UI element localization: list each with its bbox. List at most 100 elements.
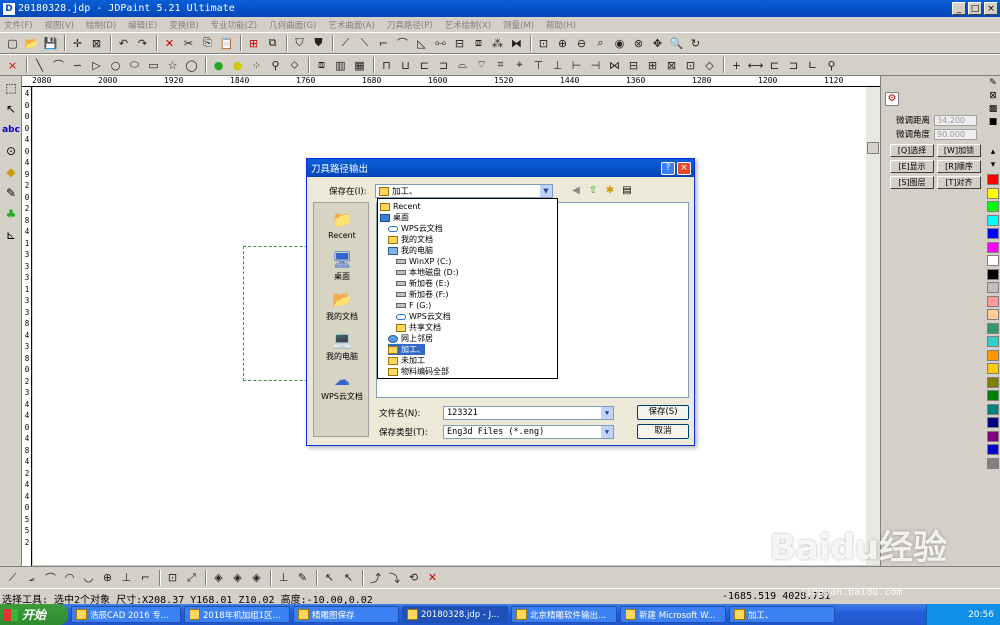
dropdown-item[interactable]: WPS云文档 (388, 223, 443, 234)
snap-grid-icon[interactable]: ⊡ (164, 569, 181, 586)
path-snap3-icon[interactable]: ⟲ (405, 569, 422, 586)
pattern-icon[interactable]: ▩ (987, 104, 999, 115)
pen-tool-icon[interactable]: ✎ (2, 184, 20, 202)
bulb-yellow-icon[interactable]: ● (229, 57, 246, 74)
chevron-down-icon[interactable]: ▼ (540, 185, 552, 197)
node-add-icon[interactable]: ⊔ (397, 57, 414, 74)
place-recent[interactable]: 📁 Recent (314, 211, 370, 241)
point-icon[interactable]: × (4, 57, 21, 74)
snap-perp-icon[interactable]: ⊥ (118, 569, 135, 586)
menu-item[interactable]: 文件(F) (4, 19, 33, 31)
taskbar-item-jiagong[interactable]: 加工、 (729, 606, 835, 623)
dropdown-item[interactable]: 共享文档 (396, 322, 441, 333)
corner-icon[interactable]: ⌐ (375, 35, 392, 52)
layer-icon[interactable]: ⧉ (264, 35, 281, 52)
solid-icon[interactable]: ▥ (332, 57, 349, 74)
copy-icon[interactable]: ⎘ (199, 35, 216, 52)
snap-line-icon[interactable]: ⟋ (4, 569, 21, 586)
crosshair-icon[interactable]: ✛ (69, 35, 86, 52)
place-my-documents[interactable]: 📂 我的文档 (314, 291, 370, 322)
dropdown-item[interactable]: WinXP (C:) (396, 256, 451, 267)
chamfer-icon[interactable]: ◺ (413, 35, 430, 52)
color-swatch[interactable] (987, 457, 999, 469)
align-button[interactable]: [T]对齐 (937, 176, 981, 189)
no-color-icon[interactable]: ⊠ (987, 91, 999, 102)
menu-item[interactable]: 绘制(D) (86, 19, 116, 31)
transform-tool-icon[interactable]: ⊙ (2, 142, 20, 160)
dropdown-item[interactable]: F (G:) (396, 300, 431, 311)
node-curve-icon[interactable]: ⊥ (549, 57, 566, 74)
node-break2-icon[interactable]: ⋈ (606, 57, 623, 74)
node-start-icon[interactable]: ⊡ (682, 57, 699, 74)
dropdown-item[interactable]: 网上邻居 (388, 333, 433, 344)
select-button[interactable]: [Q]选择 (890, 144, 934, 157)
fillet-icon[interactable]: ⌒ (394, 35, 411, 52)
filetype-select[interactable]: Eng3d Files (*.eng) ▼ (443, 425, 614, 439)
node-open-icon[interactable]: ⊞ (644, 57, 661, 74)
save-button[interactable]: 保存(S) (637, 405, 689, 420)
rectangle-icon[interactable]: ▭ (145, 57, 162, 74)
node-align-icon[interactable]: ⊣ (587, 57, 604, 74)
pin-icon[interactable]: ⚲ (267, 57, 284, 74)
dropdown-item[interactable]: 加工、 (388, 344, 425, 355)
move-node-icon[interactable]: ⟷ (747, 57, 764, 74)
taskbar-item-folder[interactable]: 精雕图保存 (293, 606, 399, 623)
offset-icon[interactable]: ⧈ (470, 35, 487, 52)
snap-node2-icon[interactable]: ◈ (229, 569, 246, 586)
fill-tool-icon[interactable]: ♣ (2, 205, 20, 223)
node-break-icon[interactable]: ⌓ (454, 57, 471, 74)
shield-fill-icon[interactable]: ⛊ (310, 35, 327, 52)
place-desktop[interactable]: 🖥 桌面 (314, 251, 370, 282)
zoom-previous-icon[interactable]: ⌕ (592, 35, 609, 52)
frame2-icon[interactable]: ⊐ (785, 57, 802, 74)
paste-icon[interactable]: 📋 (218, 35, 235, 52)
zoom-in-icon[interactable]: ⊕ (554, 35, 571, 52)
menu-item[interactable]: 刀具路径(P) (387, 19, 433, 31)
curve-icon[interactable]: ∽ (69, 57, 86, 74)
taskbar-item-jdpaint[interactable]: 20180328.jdp - J... (402, 606, 508, 623)
dropdown-item[interactable]: 本地磁盘 (D:) (396, 267, 459, 278)
brown-swatch-icon[interactable]: ■ (987, 117, 999, 128)
snap-arc2-icon[interactable]: ◡ (80, 569, 97, 586)
menu-item[interactable]: 艺术绘制(X) (445, 19, 491, 31)
break-icon[interactable]: ⊟ (451, 35, 468, 52)
path-snap2-icon[interactable]: ⤵ (386, 569, 403, 586)
dropdown-item[interactable]: 我的文档 (388, 234, 433, 245)
cursor-snap-icon[interactable]: ↖ (321, 569, 338, 586)
save-in-select[interactable]: 加工、 ▼ (375, 184, 553, 198)
node-line-icon[interactable]: ⊤ (530, 57, 547, 74)
snap-tangent-icon[interactable]: ⌐ (137, 569, 154, 586)
angle-field[interactable]: 90.000 (934, 128, 977, 140)
pan-icon[interactable]: ✥ (649, 35, 666, 52)
up-folder-icon[interactable]: ⇧ (586, 184, 600, 198)
circle-icon[interactable]: ○ (107, 57, 124, 74)
taskbar-item-browser[interactable]: 北京精雕软件输出... (511, 606, 617, 623)
minimize-button[interactable]: _ (952, 2, 966, 15)
lock-button[interactable]: [W]加锁 (937, 144, 981, 157)
undo-icon[interactable]: ↶ (115, 35, 132, 52)
settings-tab-icon[interactable]: ⚙ (885, 92, 899, 106)
dropdown-item[interactable]: 未加工 (388, 355, 425, 366)
snap-curve-icon[interactable]: ⌒ (42, 569, 59, 586)
extend-icon[interactable]: ⟍ (356, 35, 373, 52)
polygon-icon[interactable]: ▷ (88, 57, 105, 74)
new-folder-icon[interactable]: ✱ (603, 184, 617, 198)
palette-up-icon[interactable]: ▴ (987, 147, 999, 158)
ellipse-icon[interactable]: ⬭ (126, 57, 143, 74)
color-swatch[interactable] (987, 444, 999, 455)
node-reverse-icon[interactable]: ⊠ (663, 57, 680, 74)
menu-item[interactable]: 测量(M) (503, 19, 534, 31)
snap-free-icon[interactable]: ⤢ (183, 569, 200, 586)
cube-icon[interactable]: ⧈ (313, 57, 330, 74)
scrollbar-thumb[interactable] (867, 142, 879, 154)
snap-angle-icon[interactable]: ⦟ (23, 569, 40, 586)
color-swatch[interactable] (987, 376, 999, 388)
color-swatch[interactable] (987, 241, 999, 253)
help-button[interactable]: ? (661, 161, 675, 175)
snap-base-icon[interactable]: ⊥ (275, 569, 292, 586)
color-swatch[interactable] (987, 255, 999, 266)
place-wps-cloud[interactable]: ☁ WPS云文档 (314, 371, 370, 402)
measure-tool-icon[interactable]: ⊾ (2, 226, 20, 244)
color-swatch[interactable] (987, 403, 999, 415)
taskbar-item-cad[interactable]: 浩辰CAD 2016 专... (71, 606, 181, 623)
